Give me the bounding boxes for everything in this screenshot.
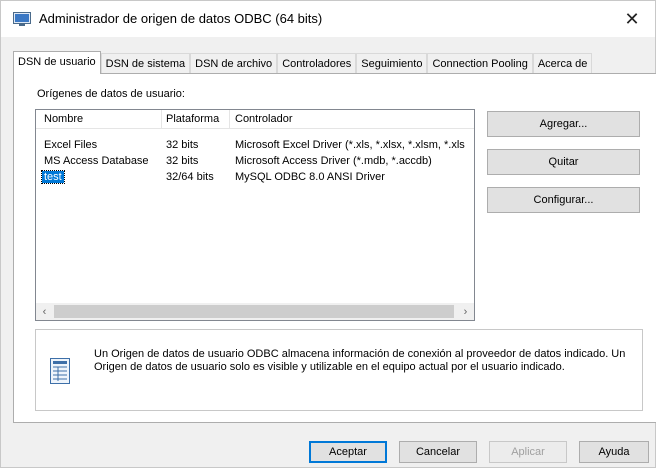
tab-connection-pooling[interactable]: Connection Pooling <box>427 53 533 73</box>
row-driver: Microsoft Access Driver (*.mdb, *.accdb) <box>235 155 432 167</box>
list-row-selected[interactable]: test 32/64 bits MySQL ODBC 8.0 ANSI Driv… <box>36 170 474 185</box>
apply-button[interactable]: Aplicar <box>489 441 567 463</box>
row-name: MS Access Database <box>44 155 149 167</box>
column-header-nombre[interactable]: Nombre <box>44 113 83 125</box>
window-title: Administrador de origen de datos ODBC (6… <box>39 11 323 26</box>
ok-button[interactable]: Aceptar <box>309 441 387 463</box>
data-source-info-icon <box>50 358 70 384</box>
list-row[interactable]: MS Access Database 32 bits Microsoft Acc… <box>36 154 474 169</box>
tab-seguimiento[interactable]: Seguimiento <box>356 53 428 73</box>
row-driver: MySQL ODBC 8.0 ANSI Driver <box>235 171 385 183</box>
row-platform: 32 bits <box>166 155 199 167</box>
scroll-right-icon[interactable]: › <box>457 303 474 320</box>
column-divider[interactable] <box>161 110 162 128</box>
cancel-button[interactable]: Cancelar <box>399 441 477 463</box>
tab-dsn-usuario[interactable]: DSN de usuario <box>13 51 101 74</box>
remove-button[interactable]: Quitar <box>487 149 640 175</box>
info-text: Un Origen de datos de usuario ODBC almac… <box>94 348 626 373</box>
info-box: Un Origen de datos de usuario ODBC almac… <box>35 329 643 411</box>
close-icon[interactable]: ✕ <box>615 5 649 33</box>
help-button[interactable]: Ayuda <box>579 441 649 463</box>
list-header: Nombre Plataforma Controlador <box>36 110 474 129</box>
section-label: Orígenes de datos de usuario: <box>37 88 185 100</box>
tab-controladores[interactable]: Controladores <box>277 53 357 73</box>
title-bar: Administrador de origen de datos ODBC (6… <box>1 1 655 37</box>
list-row[interactable]: Excel Files 32 bits Microsoft Excel Driv… <box>36 138 474 153</box>
column-divider[interactable] <box>229 110 230 128</box>
column-header-controlador[interactable]: Controlador <box>235 113 292 125</box>
add-button[interactable]: Agregar... <box>487 111 640 137</box>
row-platform: 32 bits <box>166 139 199 151</box>
tab-dsn-archivo[interactable]: DSN de archivo <box>190 53 278 73</box>
row-driver: Microsoft Excel Driver (*.xls, *.xlsx, *… <box>235 139 465 151</box>
scroll-thumb[interactable] <box>54 305 454 318</box>
tab-strip: DSN de usuario DSN de sistema DSN de arc… <box>13 51 593 74</box>
odbc-admin-window: Administrador de origen de datos ODBC (6… <box>0 0 656 468</box>
row-name: Excel Files <box>44 139 98 151</box>
tab-acerca-de[interactable]: Acerca de <box>532 53 593 73</box>
data-source-list[interactable]: Nombre Plataforma Controlador Excel File… <box>35 109 475 321</box>
odbc-app-icon <box>13 12 31 26</box>
scroll-left-icon[interactable]: ‹ <box>36 303 53 320</box>
tab-dsn-sistema[interactable]: DSN de sistema <box>100 53 191 73</box>
column-header-plataforma[interactable]: Plataforma <box>166 113 219 125</box>
row-name: test <box>41 170 65 184</box>
configure-button[interactable]: Configurar... <box>487 187 640 213</box>
row-platform: 32/64 bits <box>166 171 214 183</box>
horizontal-scrollbar[interactable]: ‹ › <box>36 303 474 320</box>
